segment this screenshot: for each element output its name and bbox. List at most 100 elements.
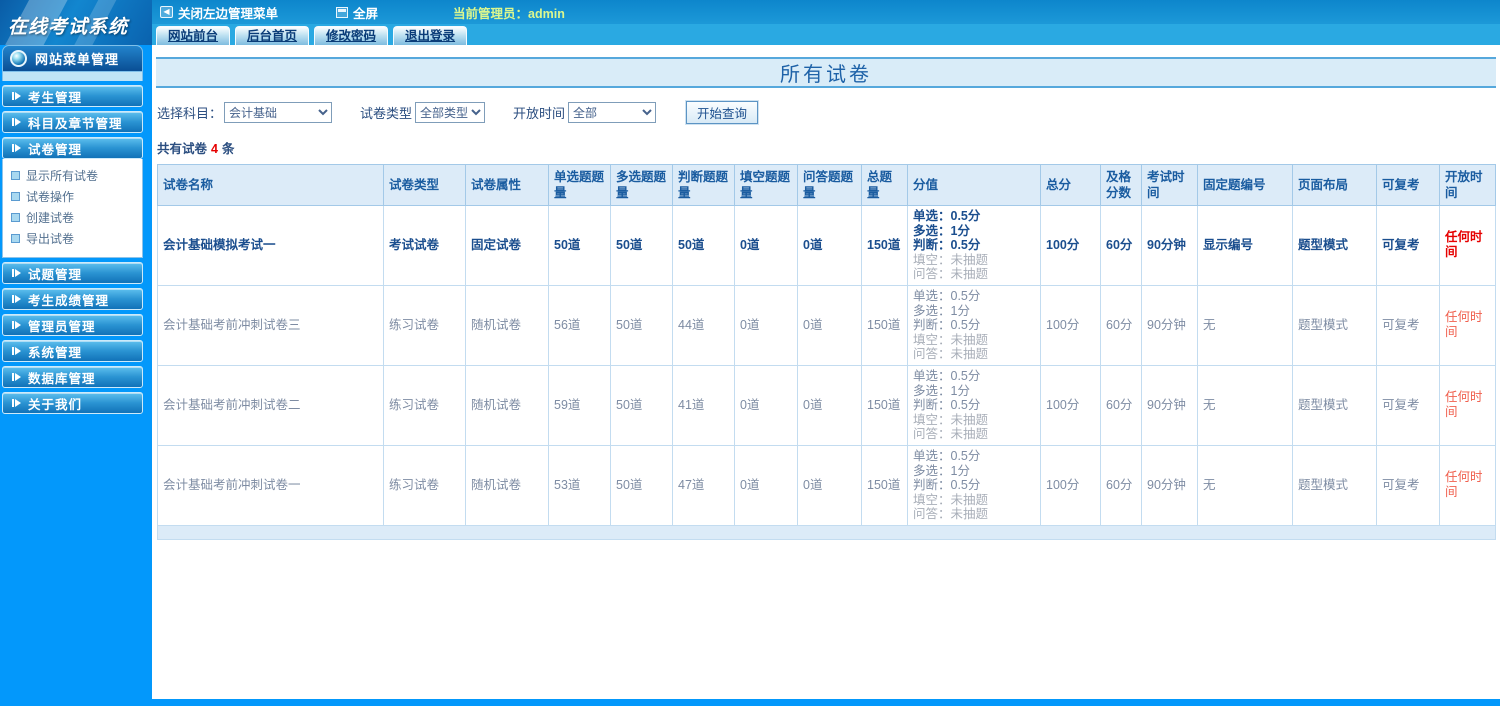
top-bar: ◀ 关闭左边管理菜单 全屏 当前管理员：admin 网站前台 后台首页 修改密码… bbox=[0, 0, 1500, 45]
paper-count: 共有试卷 4 条 bbox=[157, 142, 235, 156]
col-qa-count: 问答题题量 bbox=[797, 164, 862, 206]
fullscreen-button[interactable]: 全屏 bbox=[336, 3, 378, 22]
fullscreen-label: 全屏 bbox=[353, 6, 379, 21]
menu-arrow-icon bbox=[12, 269, 21, 277]
app-logo: 在线考试系统 bbox=[0, 0, 152, 45]
menu-arrow-icon bbox=[12, 295, 21, 303]
open-time-cell: 任何时间 bbox=[1439, 284, 1496, 366]
main-content: 所有试卷 选择科目： 会计基础 试卷类型 全部类型 开放时间 全部 开始查询 共… bbox=[152, 45, 1500, 706]
col-fixed-number: 固定题编号 bbox=[1197, 164, 1293, 206]
table-row: 会计基础考前冲刺试卷一 练习试卷 随机试卷 53道 50道 47道 0道 0道 … bbox=[157, 444, 1496, 526]
subject-filter-label: 选择科目： bbox=[157, 106, 223, 121]
open-time-select[interactable]: 全部 bbox=[568, 102, 657, 123]
col-paper-name: 试卷名称 bbox=[157, 164, 384, 206]
close-left-menu-button[interactable]: ◀ 关闭左边管理菜单 bbox=[160, 3, 278, 22]
col-judge-count: 判断题题量 bbox=[672, 164, 735, 206]
tab-admin-home[interactable]: 后台首页 bbox=[235, 26, 310, 45]
menu-arrow-icon bbox=[12, 347, 21, 355]
col-page-layout: 页面布局 bbox=[1292, 164, 1377, 206]
submenu-create-paper[interactable]: 创建试卷 bbox=[3, 207, 142, 228]
col-score-values: 分值 bbox=[907, 164, 1041, 206]
table-footer-strip bbox=[157, 524, 1496, 540]
paper-name: 会计基础考前冲刺试卷一 bbox=[157, 444, 384, 526]
tab-logout[interactable]: 退出登录 bbox=[393, 26, 468, 45]
page-title: 所有试卷 bbox=[780, 64, 872, 86]
app-logo-text: 在线考试系统 bbox=[8, 16, 129, 38]
sidebar: 网站菜单管理 考生管理 科目及章节管理 试卷管理 显示所有试卷 试卷操作 创建试… bbox=[0, 45, 152, 706]
open-time-cell: 任何时间 bbox=[1439, 364, 1496, 446]
filter-bar: 选择科目： 会计基础 试卷类型 全部类型 开放时间 全部 开始查询 bbox=[157, 101, 1500, 124]
sidebar-header: 网站菜单管理 bbox=[2, 45, 143, 72]
col-exam-time: 考试时间 bbox=[1141, 164, 1198, 206]
query-button[interactable]: 开始查询 bbox=[686, 101, 759, 124]
sidebar-item-about-us[interactable]: 关于我们 bbox=[2, 392, 143, 414]
menu-arrow-icon bbox=[12, 399, 21, 407]
paper-name: 会计基础考前冲刺试卷三 bbox=[157, 284, 384, 366]
col-pass-score: 及格分数 bbox=[1100, 164, 1142, 206]
score-values-cell: 单选：0.5分 多选：1分 判断：0.5分 填空：未抽题 问答：未抽题 bbox=[907, 284, 1041, 366]
sidebar-item-system-management[interactable]: 系统管理 bbox=[2, 340, 143, 362]
table-row: 会计基础模拟考试一 考试试卷 固定试卷 50道 50道 50道 0道 0道 15… bbox=[157, 205, 1496, 286]
title-bar: 所有试卷 bbox=[156, 57, 1496, 88]
sidebar-item-admin-management[interactable]: 管理员管理 bbox=[2, 314, 143, 336]
sidebar-panel: 网站菜单管理 考生管理 科目及章节管理 试卷管理 显示所有试卷 试卷操作 创建试… bbox=[2, 45, 143, 414]
table-header-row: 试卷名称 试卷类型 试卷属性 单选题题量 多选题题量 判断题题量 填空题题量 问… bbox=[157, 164, 1496, 206]
paper-count-number: 4 bbox=[211, 142, 218, 156]
col-total-count: 总题量 bbox=[861, 164, 908, 206]
square-bullet-icon bbox=[11, 171, 20, 180]
square-bullet-icon bbox=[11, 234, 20, 243]
sidebar-item-question-management[interactable]: 试题管理 bbox=[2, 262, 143, 284]
col-retake: 可复考 bbox=[1376, 164, 1440, 206]
sidebar-item-examinee-management[interactable]: 考生管理 bbox=[2, 85, 143, 107]
sidebar-item-score-management[interactable]: 考生成绩管理 bbox=[2, 288, 143, 310]
collapse-arrow-icon: ◀ bbox=[160, 6, 173, 18]
menu-arrow-icon bbox=[12, 92, 21, 100]
score-values-cell: 单选：0.5分 多选：1分 判断：0.5分 填空：未抽题 问答：未抽题 bbox=[907, 364, 1041, 446]
open-time-cell: 任何时间 bbox=[1439, 444, 1496, 526]
subject-select[interactable]: 会计基础 bbox=[224, 102, 333, 123]
sidebar-item-paper-management[interactable]: 试卷管理 bbox=[2, 137, 143, 159]
menu-arrow-icon bbox=[12, 118, 21, 126]
paper-name: 会计基础考前冲刺试卷二 bbox=[157, 364, 384, 446]
submenu-export-paper[interactable]: 导出试卷 bbox=[3, 228, 142, 249]
open-time-cell: 任何时间 bbox=[1439, 205, 1496, 286]
papers-table: 试卷名称 试卷类型 试卷属性 单选题题量 多选题题量 判断题题量 填空题题量 问… bbox=[157, 164, 1496, 540]
col-total-score: 总分 bbox=[1040, 164, 1101, 206]
col-single-count: 单选题题量 bbox=[548, 164, 611, 206]
paper-management-submenu: 显示所有试卷 试卷操作 创建试卷 导出试卷 bbox=[2, 159, 143, 258]
menu-arrow-icon bbox=[12, 321, 21, 329]
score-values-cell: 单选：0.5分 多选：1分 判断：0.5分 填空：未抽题 问答：未抽题 bbox=[907, 205, 1041, 286]
col-blank-count: 填空题题量 bbox=[734, 164, 798, 206]
sidebar-substrip bbox=[2, 72, 143, 81]
top-menu: ◀ 关闭左边管理菜单 全屏 当前管理员：admin bbox=[152, 0, 1500, 24]
table-footer-row bbox=[157, 524, 1496, 540]
open-time-filter-label: 开放时间 bbox=[513, 106, 566, 121]
menu-arrow-icon bbox=[12, 144, 21, 152]
score-values-cell: 单选：0.5分 多选：1分 判断：0.5分 填空：未抽题 问答：未抽题 bbox=[907, 444, 1041, 526]
paper-type-select[interactable]: 全部类型 bbox=[415, 102, 486, 123]
tab-change-password[interactable]: 修改密码 bbox=[314, 26, 389, 45]
col-paper-attr: 试卷属性 bbox=[465, 164, 549, 206]
sidebar-item-subject-chapter-management[interactable]: 科目及章节管理 bbox=[2, 111, 143, 133]
fullscreen-icon bbox=[336, 6, 349, 18]
menu-sphere-icon bbox=[10, 50, 27, 67]
col-multi-count: 多选题题量 bbox=[610, 164, 673, 206]
sidebar-header-label: 网站菜单管理 bbox=[35, 52, 120, 67]
top-tab-strip: 网站前台 后台首页 修改密码 退出登录 bbox=[152, 24, 1500, 45]
current-admin-label: 当前管理员：admin bbox=[453, 6, 565, 21]
tab-site-front[interactable]: 网站前台 bbox=[156, 26, 231, 45]
paper-name: 会计基础模拟考试一 bbox=[157, 205, 384, 286]
submenu-paper-operations[interactable]: 试卷操作 bbox=[3, 186, 142, 207]
table-row: 会计基础考前冲刺试卷三 练习试卷 随机试卷 56道 50道 44道 0道 0道 … bbox=[157, 284, 1496, 366]
square-bullet-icon bbox=[11, 192, 20, 201]
square-bullet-icon bbox=[11, 213, 20, 222]
col-open-time: 开放时间 bbox=[1439, 164, 1496, 206]
submenu-show-all-papers[interactable]: 显示所有试卷 bbox=[3, 165, 142, 186]
bottom-frame-border bbox=[0, 699, 1500, 706]
close-left-menu-label: 关闭左边管理菜单 bbox=[178, 6, 279, 21]
sidebar-item-database-management[interactable]: 数据库管理 bbox=[2, 366, 143, 388]
menu-arrow-icon bbox=[12, 373, 21, 381]
type-filter-label: 试卷类型 bbox=[360, 106, 413, 121]
table-row: 会计基础考前冲刺试卷二 练习试卷 随机试卷 59道 50道 41道 0道 0道 … bbox=[157, 364, 1496, 446]
col-paper-type: 试卷类型 bbox=[383, 164, 466, 206]
